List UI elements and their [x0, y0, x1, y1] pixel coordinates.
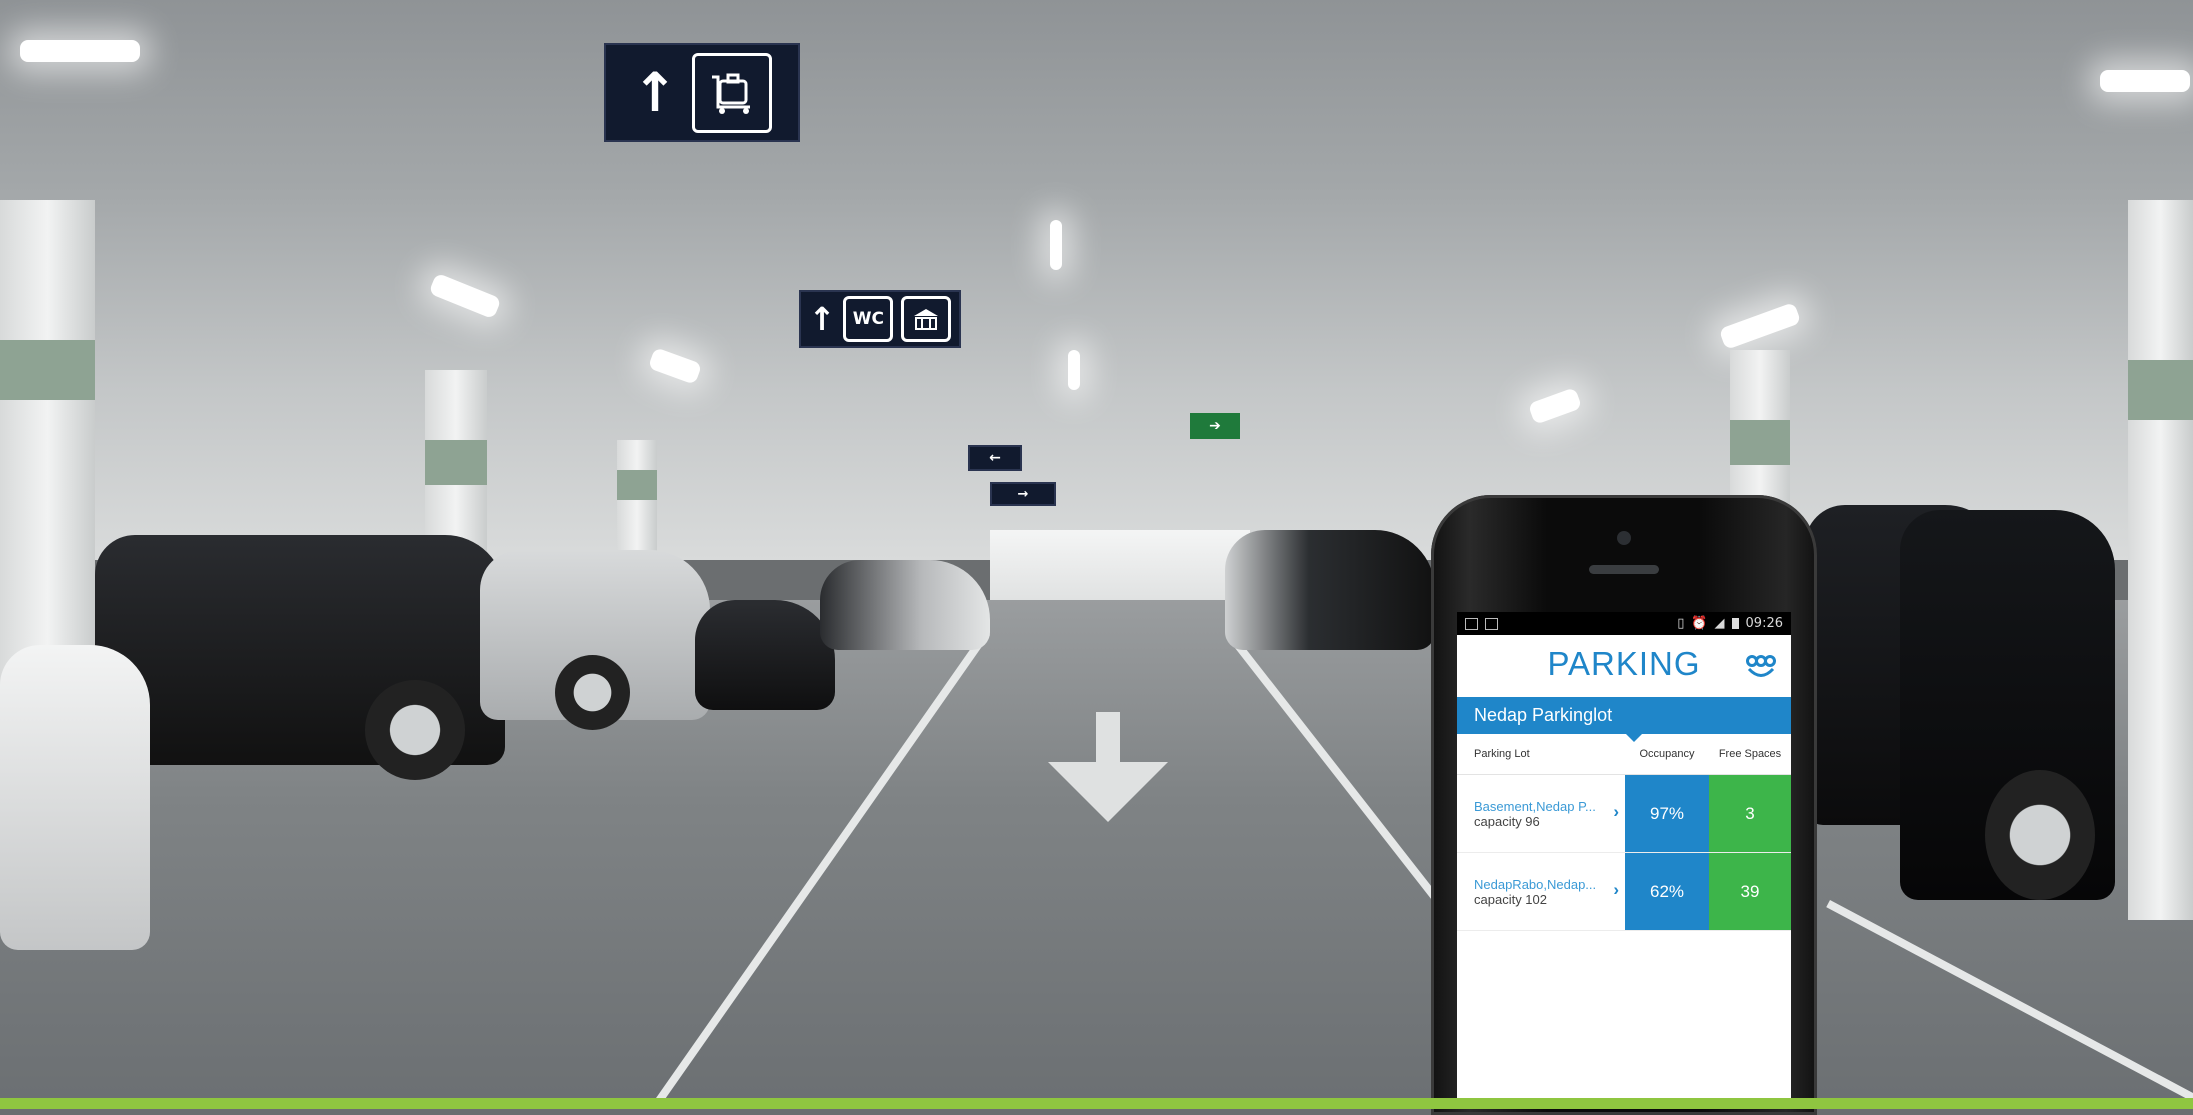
signal-icon: ◢ — [1714, 616, 1725, 631]
chevron-right-icon: › — [1613, 880, 1619, 899]
ceiling-light — [20, 40, 140, 62]
app-title: PARKING — [1547, 645, 1701, 682]
left-arrow-icon: ← — [989, 450, 1001, 466]
car-wheel — [365, 680, 465, 780]
status-bar: ▯ ⏰ ◢ 09:26 — [1457, 612, 1791, 635]
parked-car — [0, 645, 150, 950]
car-wheel — [1985, 770, 2095, 900]
ceiling-light — [1050, 220, 1062, 270]
pillar — [0, 200, 95, 720]
table-row[interactable]: Basement,Nedap P... capacity 96 › 97% 3 — [1457, 775, 1791, 853]
luggage-trolley-icon — [691, 52, 772, 133]
occupancy-cell: 97% — [1625, 775, 1709, 852]
lot-capacity: capacity 102 — [1474, 891, 1547, 907]
vibrate-icon: ▯ — [1677, 616, 1685, 631]
parked-car — [695, 600, 835, 710]
pillar — [1730, 350, 1790, 510]
front-camera — [1617, 531, 1631, 545]
column-header-occupancy: Occupancy — [1639, 748, 1695, 760]
occupancy-cell: 62% — [1625, 853, 1709, 930]
directions-sign-small: → — [990, 482, 1056, 506]
phone-screen: ▯ ⏰ ◢ 09:26 PARKING Nedap Parkinglot Par… — [1457, 612, 1791, 1102]
floor-arrow-head — [1048, 762, 1168, 822]
smartphone: ▯ ⏰ ◢ 09:26 PARKING Nedap Parkinglot Par… — [1431, 495, 1817, 1115]
directions-sign-wc: ↑ WC — [799, 290, 961, 348]
ceiling-light — [1068, 350, 1080, 390]
earpiece-speaker — [1589, 565, 1659, 574]
column-header-lot: Parking Lot — [1474, 748, 1530, 760]
brand-band — [0, 1098, 2193, 1109]
lot-cell[interactable]: Basement,Nedap P... capacity 96 › — [1457, 775, 1625, 852]
nedap-logo-icon[interactable] — [1743, 654, 1779, 680]
shop-icon — [901, 296, 952, 342]
lot-name: NedapRabo,Nedap... — [1474, 876, 1597, 892]
directions-sign-small: ← — [968, 445, 1022, 471]
app-header: PARKING — [1457, 635, 1791, 697]
up-arrow-icon: ↑ — [632, 60, 678, 124]
car-wheel — [555, 655, 630, 730]
chevron-right-icon: › — [1613, 802, 1619, 821]
status-time: 09:26 — [1745, 616, 1783, 631]
exit-sign: ➔ — [1190, 413, 1240, 439]
column-header-free: Free Spaces — [1718, 748, 1782, 760]
alarm-icon: ⏰ — [1691, 616, 1708, 631]
battery-icon — [1731, 618, 1739, 629]
parking-garage-photo: ↑ ↑ WC ➔ ← → — [0, 0, 2193, 1098]
wc-icon: WC — [843, 296, 894, 342]
parkinglot-header[interactable]: Nedap Parkinglot — [1457, 697, 1791, 742]
lot-cell[interactable]: NedapRabo,Nedap... capacity 102 › — [1457, 853, 1625, 930]
table-header: Parking Lot Occupancy Free Spaces — [1457, 734, 1791, 775]
free-spaces-cell: 3 — [1709, 775, 1791, 852]
right-arrow-icon: → — [1017, 486, 1029, 502]
exit-icon: ➔ — [1209, 418, 1221, 434]
directions-sign-luggage: ↑ — [604, 43, 800, 142]
parked-car — [820, 560, 990, 650]
free-spaces-cell: 39 — [1709, 853, 1791, 930]
lot-name: Basement,Nedap P... — [1474, 798, 1596, 814]
up-arrow-icon: ↑ — [808, 300, 836, 338]
parked-car — [1225, 530, 1435, 650]
table-row[interactable]: NedapRabo,Nedap... capacity 102 › 62% 39 — [1457, 853, 1791, 931]
image-icon — [1485, 617, 1498, 630]
ceiling-light — [2100, 70, 2190, 92]
header-notch — [1626, 734, 1642, 742]
pillar — [2128, 200, 2193, 920]
garage-ceiling — [0, 0, 2193, 560]
floor-arrow — [1096, 712, 1120, 768]
lot-capacity: capacity 96 — [1474, 813, 1540, 829]
parkinglot-name: Nedap Parkinglot — [1474, 705, 1613, 725]
notification-icon — [1465, 617, 1478, 630]
